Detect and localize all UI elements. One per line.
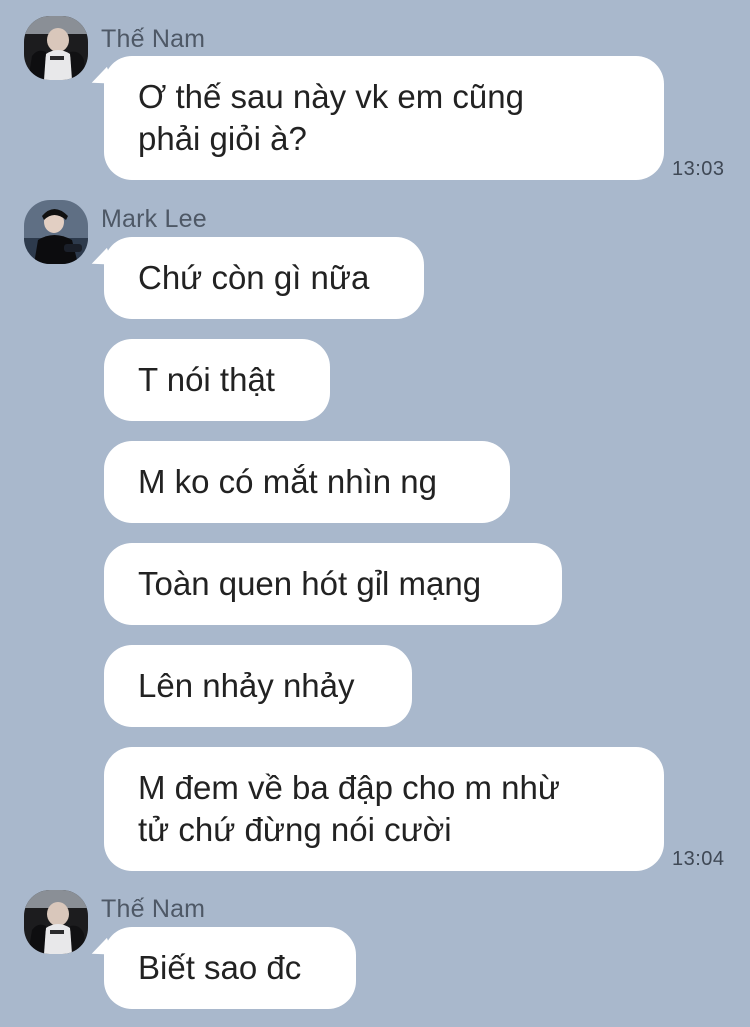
message-bubble[interactable]: Toàn quen hót gỉl mạng (104, 543, 562, 625)
message-text-line: phải giỏi à? (138, 120, 307, 157)
message-bubble[interactable]: Biết sao đc (104, 927, 356, 1009)
message-text: T nói thật (138, 361, 275, 398)
message-text: Toàn quen hót gỉl mạng (138, 565, 482, 602)
message-bubble[interactable]: Chứ còn gì nữa (104, 237, 424, 319)
message-bubble[interactable]: M đem về ba đập cho m nhừ tử chứ đừng nó… (104, 747, 664, 871)
message-text-line: M đem về ba đập cho m nhừ (138, 769, 560, 806)
avatar-photo-icon (24, 200, 88, 264)
message-timestamp: 13:03 (672, 158, 725, 180)
sender-name: Mark Lee (101, 205, 207, 233)
message-text: Biết sao đc (138, 949, 302, 986)
message-timestamp: 13:04 (672, 848, 725, 870)
message-text-line: tử chứ đừng nói cười (138, 811, 452, 848)
message-bubble[interactable]: Ơ thế sau này vk em cũng phải giỏi à? (104, 56, 664, 180)
sender-name: Thế Nam (101, 895, 206, 923)
sender-name: Thế Nam (101, 25, 206, 53)
avatar-photo-icon (24, 890, 88, 954)
message-text-line: Ơ thế sau này vk em cũng (138, 78, 524, 115)
avatar[interactable] (24, 890, 88, 954)
avatar-photo-icon (24, 16, 88, 80)
avatar[interactable] (24, 16, 88, 80)
message-text: Lên nhảy nhảy (138, 667, 355, 704)
chat-thread[interactable]: Thế Nam Ơ thế sau này vk em cũng phải gi… (0, 0, 750, 1027)
avatar[interactable] (24, 200, 88, 264)
message-bubble[interactable]: T nói thật (104, 339, 330, 421)
message-bubble[interactable]: Lên nhảy nhảy (104, 645, 412, 727)
message-text: M ko có mắt nhìn ng (138, 463, 437, 500)
message-text: Chứ còn gì nữa (138, 259, 370, 296)
message-bubble[interactable]: M ko có mắt nhìn ng (104, 441, 510, 523)
